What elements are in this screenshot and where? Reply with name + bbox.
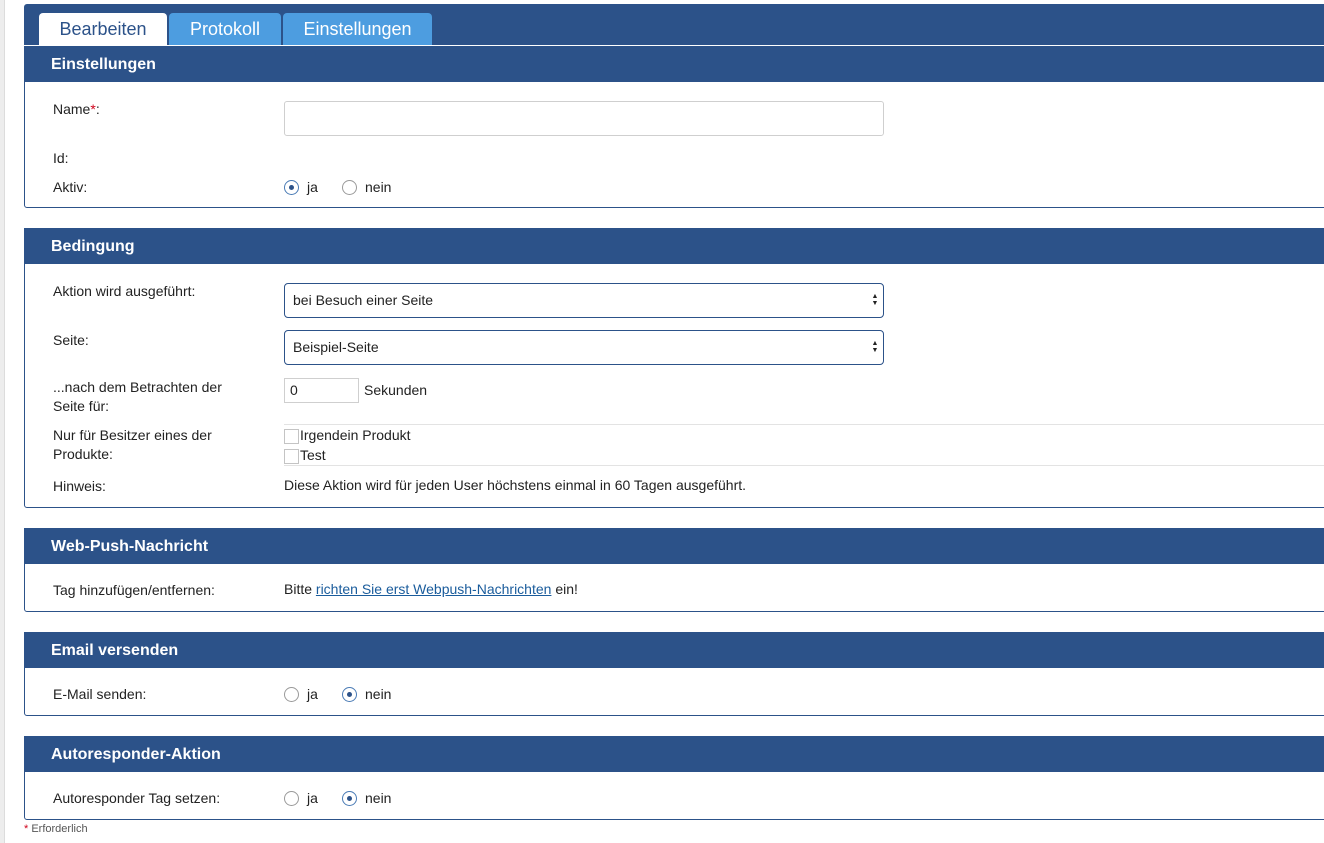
panel-title: Email versenden: [25, 633, 1324, 668]
webpush-hint: Bitte richten Sie erst Webpush-Nachricht…: [284, 580, 578, 599]
left-edge-strip: [0, 0, 5, 843]
product-checkbox-test[interactable]: [284, 449, 299, 464]
name-label: Name*:: [53, 100, 100, 119]
name-label-colon: :: [95, 101, 100, 117]
view-duration-label-line1: ...nach dem Betrachten der: [53, 379, 222, 395]
webpush-panel: Web-Push-Nachricht Tag hinzufügen/entfer…: [24, 528, 1324, 612]
seconds-input[interactable]: 0: [284, 378, 359, 403]
setup-webpush-link[interactable]: richten Sie erst Webpush-Nachrichten: [316, 581, 552, 597]
product-owners-label-line1: Nur für Besitzer eines der: [53, 427, 212, 443]
webpush-hint-after: ein!: [551, 581, 578, 597]
email-yes-radio[interactable]: [284, 687, 299, 702]
settings-panel: Einstellungen Name*: Id: Aktiv: ja nein: [24, 46, 1324, 208]
action-select-value: bei Besuch einer Seite: [293, 292, 434, 308]
autoresponder-no-radio[interactable]: [342, 791, 357, 806]
email-no-radio[interactable]: [342, 687, 357, 702]
panel-title: Bedingung: [25, 229, 1324, 264]
autoresponder-yes-radio[interactable]: [284, 791, 299, 806]
seconds-unit: Sekunden: [364, 382, 428, 398]
active-yes-label: ja: [307, 179, 318, 195]
webpush-tag-label: Tag hinzufügen/entfernen:: [53, 582, 215, 598]
hint-label: Hinweis:: [53, 478, 106, 494]
page-select-value: Beispiel-Seite: [293, 339, 379, 355]
view-duration-label: ...nach dem Betrachten der Seite für:: [53, 378, 222, 416]
tab-einstellungen[interactable]: Einstellungen: [283, 13, 432, 45]
action-select[interactable]: bei Besuch einer Seite ▲ ▼: [284, 283, 884, 318]
email-yes-label: ja: [307, 686, 318, 702]
required-footnote: * Erforderlich: [24, 822, 88, 836]
action-label: Aktion wird ausgeführt:: [53, 283, 196, 299]
autoresponder-no-label: nein: [365, 790, 392, 806]
page-select[interactable]: Beispiel-Seite ▲ ▼: [284, 330, 884, 365]
panel-title: Einstellungen: [25, 47, 1324, 82]
product-label-irgendein: Irgendein Produkt: [300, 427, 411, 443]
autoresponder-panel: Autoresponder-Aktion Autoresponder Tag s…: [24, 736, 1324, 820]
updown-arrows-icon: ▲ ▼: [871, 293, 879, 307]
email-no-label: nein: [365, 686, 392, 702]
name-input[interactable]: [284, 101, 884, 136]
product-checkbox-list: Irgendein Produkt Test: [284, 424, 1324, 466]
product-owners-label: Nur für Besitzer eines der Produkte:: [53, 426, 212, 464]
webpush-hint-before: Bitte: [284, 581, 316, 597]
hint-text: Diese Aktion wird für jeden User höchste…: [284, 477, 747, 493]
autoresponder-yes-label: ja: [307, 790, 318, 806]
product-checkbox-irgendein[interactable]: [284, 429, 299, 444]
email-panel: Email versenden E-Mail senden: ja nein: [24, 632, 1324, 716]
active-no-radio[interactable]: [342, 180, 357, 195]
email-send-label: E-Mail senden:: [53, 686, 147, 702]
tab-bearbeiten[interactable]: Bearbeiten: [39, 13, 167, 45]
panel-title: Autoresponder-Aktion: [25, 737, 1324, 772]
condition-panel: Bedingung Aktion wird ausgeführt: bei Be…: [24, 228, 1324, 508]
name-label-text: Name: [53, 101, 91, 117]
view-duration-label-line2: Seite für:: [53, 398, 110, 414]
active-no-label: nein: [365, 179, 392, 195]
updown-arrows-icon: ▲ ▼: [871, 340, 879, 354]
product-owners-label-line2: Produkte:: [53, 446, 113, 462]
panel-title: Web-Push-Nachricht: [25, 529, 1324, 564]
id-label: Id:: [53, 150, 69, 166]
active-yes-radio[interactable]: [284, 180, 299, 195]
product-label-test: Test: [300, 447, 326, 463]
tab-bar: Bearbeiten Protokoll Einstellungen: [24, 4, 1324, 45]
page-label: Seite:: [53, 332, 89, 348]
footnote-text: Erforderlich: [28, 823, 88, 835]
autoresponder-tag-label: Autoresponder Tag setzen:: [53, 790, 221, 806]
active-label: Aktiv:: [53, 179, 88, 195]
tab-protokoll[interactable]: Protokoll: [169, 13, 281, 45]
